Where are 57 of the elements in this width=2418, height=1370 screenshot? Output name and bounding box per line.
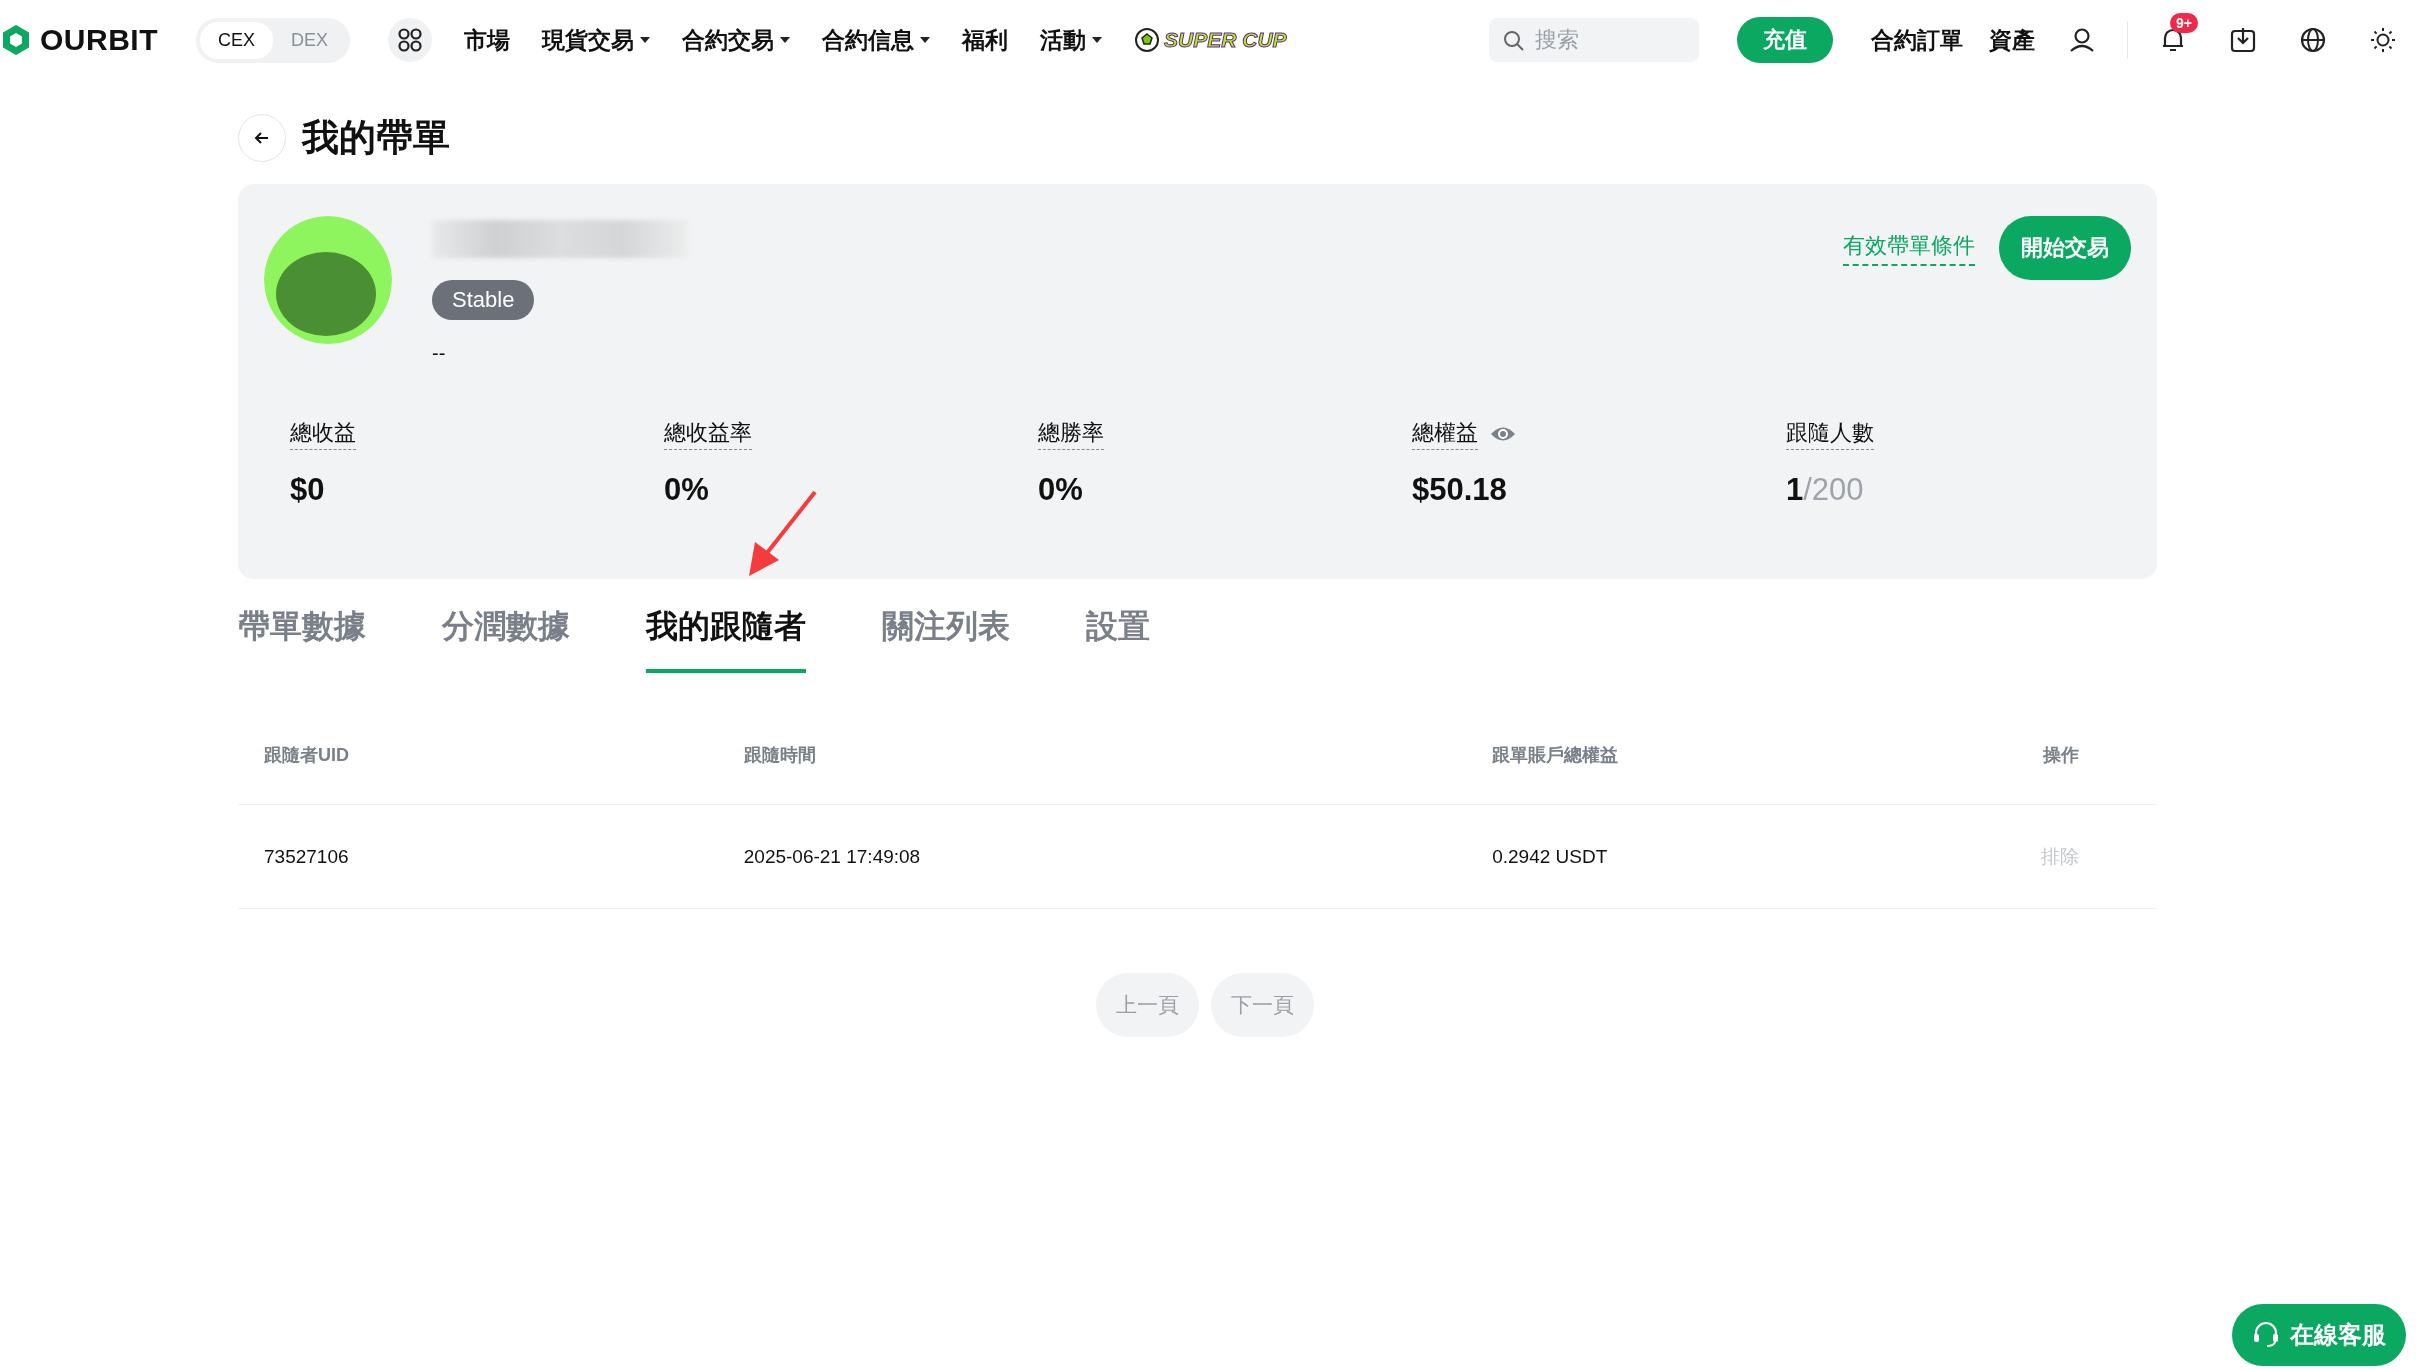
headset-icon (2252, 1321, 2280, 1349)
back-arrow-icon (254, 130, 270, 146)
nav-menu-item[interactable]: 活動 (1040, 24, 1103, 56)
globe-icon[interactable] (2300, 27, 2326, 53)
download-icon[interactable] (2230, 27, 2256, 53)
ball-icon (1134, 27, 1161, 53)
stat-value: 0% (664, 472, 710, 508)
tab[interactable]: 關注列表 (882, 605, 1010, 673)
column-header: 跟單賬戶總權益 (1466, 705, 1966, 805)
conditions-link[interactable]: 有效帶單條件 (1843, 230, 1975, 266)
user-icon[interactable] (2069, 27, 2095, 53)
notification-badge: 9+ (2170, 13, 2198, 33)
stat-value: $50.18 (1412, 472, 1508, 508)
nav-link[interactable]: 資產 (1989, 24, 2035, 56)
grid-icon (398, 28, 423, 52)
sun-icon[interactable] (2370, 27, 2396, 53)
profile-tag: Stable (432, 280, 535, 320)
stat-label: 總收益率 (664, 418, 752, 450)
nav-menu-item[interactable]: 合約交易 (682, 24, 791, 56)
deposit-button[interactable]: 充值 (1737, 17, 1833, 63)
mode-option[interactable]: CEX (200, 21, 273, 59)
table-cell: 73527106 (238, 804, 718, 909)
nav-menu-item[interactable]: 市場 (464, 24, 511, 56)
stat-value: 1/200 (1786, 472, 1865, 508)
stat-value: 0% (1038, 472, 1084, 508)
stat-label: 總收益 (290, 418, 356, 450)
table-cell: 0.2942 USDT (1466, 804, 1966, 909)
stat-label: 跟隨人數 (1786, 418, 1874, 450)
stat-value: $0 (290, 472, 326, 508)
logo-text[interactable]: OURBIT (40, 23, 158, 57)
nav-menu-item[interactable]: 現貨交易 (542, 24, 651, 56)
profile-bio: -- (432, 342, 447, 365)
search-field[interactable]: 搜索 (1489, 18, 1699, 62)
search-icon (1503, 30, 1524, 51)
tab[interactable]: 分潤數據 (442, 605, 570, 673)
mode-toggle[interactable]: CEX DEX (196, 17, 351, 63)
start-trading-button[interactable]: 開始交易 (1999, 216, 2131, 280)
support-button[interactable]: 在線客服 (2232, 1304, 2406, 1366)
tab[interactable]: 設置 (1086, 605, 1150, 673)
stat-label: 總權益 (1412, 418, 1478, 450)
nav-menu-item[interactable]: 福利 (962, 24, 1009, 56)
page-title: 我的帶單 (302, 116, 450, 160)
stat-label: 總勝率 (1038, 418, 1104, 450)
logo-icon[interactable] (0, 23, 32, 57)
tab[interactable]: 帶單數據 (238, 605, 366, 673)
apps-button[interactable] (388, 18, 433, 62)
column-header: 跟隨時間 (717, 705, 1467, 805)
bell-icon[interactable] (2160, 27, 2186, 53)
promo-link[interactable]: SUPER CUP (1134, 27, 1287, 53)
back-button[interactable] (238, 114, 286, 162)
tab[interactable]: 我的跟隨者 (646, 605, 806, 673)
mode-option[interactable]: DEX (273, 21, 347, 59)
nav-link[interactable]: 合約訂單 (1871, 24, 1963, 56)
nav-menu-item[interactable]: 合約信息 (822, 24, 931, 56)
column-header: 操作 (1965, 705, 2157, 805)
column-header: 跟隨者UID (238, 705, 718, 805)
table-cell: 2025-06-21 17:49:08 (717, 804, 1467, 909)
